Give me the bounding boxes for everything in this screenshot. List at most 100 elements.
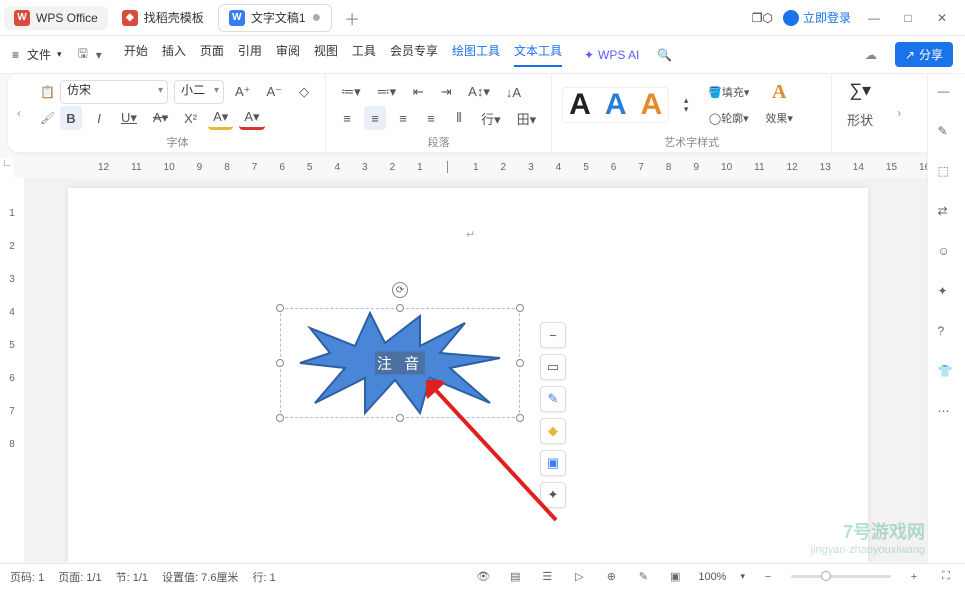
status-play-icon[interactable]: ▷ (570, 568, 588, 586)
status-readmode-icon[interactable]: ▤ (506, 568, 524, 586)
resize-handle-bl[interactable] (276, 414, 284, 422)
align-left-button[interactable]: ≡ (336, 106, 358, 130)
wordart-style-3[interactable]: A (641, 88, 663, 122)
menu-review[interactable]: 审阅 (276, 42, 300, 67)
shrink-font-button[interactable]: A⁻ (262, 80, 288, 104)
status-line[interactable]: 行: 1 (252, 569, 275, 585)
sidebar-assistant-icon[interactable]: ☺ (938, 244, 956, 262)
shape-format-button[interactable]: 形状 (842, 107, 878, 131)
text-direction-button[interactable]: A↕▾ (463, 80, 495, 104)
numbering-button[interactable]: ≕▾ (372, 80, 402, 104)
align-justify-button[interactable]: ≡ (420, 106, 442, 130)
resize-handle-tr[interactable] (516, 304, 524, 312)
highlight-button[interactable]: A▾ (208, 106, 233, 130)
status-eye-icon[interactable]: 👁 (474, 568, 492, 586)
italic-button[interactable]: I (88, 106, 110, 130)
status-web-icon[interactable]: ⊕ (602, 568, 620, 586)
zoom-slider[interactable] (791, 575, 891, 578)
menu-drawing-tools[interactable]: 绘图工具 (452, 42, 500, 67)
menu-tools[interactable]: 工具 (352, 42, 376, 67)
text-fill-button[interactable]: 🪣填充▾ (703, 80, 754, 104)
font-family-combo[interactable]: 仿宋 (60, 80, 168, 104)
save-icon[interactable]: 🖫 (78, 44, 88, 65)
strike-button[interactable]: A▾ (148, 106, 173, 130)
text-effects-button[interactable]: 效果▾ (760, 106, 798, 130)
wordart-gallery[interactable]: A A A (562, 87, 669, 123)
status-outline-icon[interactable]: ☰ (538, 568, 556, 586)
ribbon-scroll-right[interactable]: › (888, 74, 910, 152)
wordart-style-1[interactable]: A (569, 88, 591, 122)
menu-insert[interactable]: 插入 (162, 42, 186, 67)
rotate-handle[interactable]: ⟳ (392, 282, 408, 298)
minimize-button[interactable]: — (865, 9, 883, 27)
menu-text-tools[interactable]: 文本工具 (514, 42, 562, 67)
format-painter-icon[interactable]: 🖌 (40, 111, 54, 125)
font-size-combo[interactable]: 小二 (174, 80, 224, 104)
distribute-button[interactable]: ⫴ (448, 106, 470, 130)
sidebar-more-icon[interactable]: ⋯ (938, 404, 956, 422)
undo-dropdown-icon[interactable]: ▾ (96, 48, 102, 62)
share-button[interactable]: ↗分享 (895, 42, 953, 67)
vertical-ruler[interactable]: 12345678 (0, 178, 24, 562)
sort-button[interactable]: ↓A (501, 80, 526, 104)
wordart-style-2[interactable]: A (605, 88, 627, 122)
align-right-button[interactable]: ≡ (392, 106, 414, 130)
page-canvas[interactable]: ↵ ⟳ 注 音 − ▭ ✎ ◆ (24, 178, 947, 562)
document-page[interactable]: ↵ ⟳ 注 音 − ▭ ✎ ◆ (68, 188, 868, 562)
line-spacing-button[interactable]: 行▾ (476, 106, 506, 130)
float-collapse-button[interactable]: − (540, 322, 566, 348)
sidebar-select-icon[interactable]: ⬚ (938, 164, 956, 182)
maximize-button[interactable]: □ (899, 9, 917, 27)
wps-ai-button[interactable]: ✦WPS AI (584, 48, 639, 62)
status-focus-icon[interactable]: ▣ (666, 568, 684, 586)
sidebar-help-icon[interactable]: ? (938, 324, 956, 342)
outdent-button[interactable]: ⇤ (407, 80, 429, 104)
tab-document[interactable]: W 文字文稿1 ● (218, 4, 332, 32)
font-color-button[interactable]: A▾ (239, 106, 264, 130)
clear-format-button[interactable]: ◇ (293, 80, 315, 104)
new-tab-button[interactable]: ＋ (336, 6, 368, 30)
float-layout-button[interactable]: ▭ (540, 354, 566, 380)
fullscreen-button[interactable]: ⛶ (937, 568, 955, 586)
wordart-more-button[interactable]: ▴▾ (675, 93, 697, 117)
status-page-no[interactable]: 页码: 1 (10, 569, 44, 585)
app-tab[interactable]: W WPS Office (4, 6, 108, 30)
resize-handle-tm[interactable] (396, 304, 404, 312)
search-icon[interactable]: 🔍 (657, 48, 672, 62)
status-zoom-value[interactable]: 100% (698, 571, 726, 583)
superscript-button[interactable]: X² (179, 106, 202, 130)
menu-page[interactable]: 页面 (200, 42, 224, 67)
close-button[interactable]: ✕ (933, 9, 951, 27)
status-setvalue[interactable]: 设置值: 7.6厘米 (162, 569, 238, 585)
resize-handle-bm[interactable] (396, 414, 404, 422)
status-page-count[interactable]: 页面: 1/1 (58, 569, 101, 585)
borders-button[interactable]: 田▾ (512, 106, 542, 130)
cloud-icon[interactable]: ☁ (865, 48, 877, 62)
cube-icon[interactable]: ⬡ (763, 11, 773, 25)
bullets-button[interactable]: ≔▾ (336, 80, 366, 104)
status-section[interactable]: 节: 1/1 (116, 569, 148, 585)
bold-button[interactable]: B (60, 106, 82, 130)
zoom-out-button[interactable]: − (759, 568, 777, 586)
shape-text[interactable]: 注 音 (375, 352, 425, 375)
duplicate-window-icon[interactable]: ❐ (752, 11, 763, 25)
menu-member[interactable]: 会员专享 (390, 42, 438, 67)
underline-button[interactable]: U▾ (116, 106, 142, 130)
text-outline-button[interactable]: ◯轮廓▾ (704, 106, 754, 130)
sidebar-tools-icon[interactable]: ✦ (938, 284, 956, 302)
ribbon-scroll-left[interactable]: ‹ (8, 74, 30, 152)
zoom-in-button[interactable]: + (905, 568, 923, 586)
align-center-button[interactable]: ≡ (364, 106, 386, 130)
sigma-icon[interactable]: ∑▾ (849, 80, 871, 101)
zoom-thumb[interactable] (821, 571, 831, 581)
clipboard-icon[interactable]: 📋 (40, 85, 54, 99)
sidebar-collapse-icon[interactable]: — (938, 84, 956, 102)
tab-templates[interactable]: ◆ 找稻壳模板 (112, 5, 214, 30)
menu-view[interactable]: 视图 (314, 42, 338, 67)
indent-button[interactable]: ⇥ (435, 80, 457, 104)
resize-handle-mr[interactable] (516, 359, 524, 367)
sidebar-skin-icon[interactable]: 👕 (938, 364, 956, 382)
status-edit-icon[interactable]: ✎ (634, 568, 652, 586)
grow-font-button[interactable]: A⁺ (230, 80, 256, 104)
file-menu[interactable]: 文件▾ (27, 46, 62, 63)
